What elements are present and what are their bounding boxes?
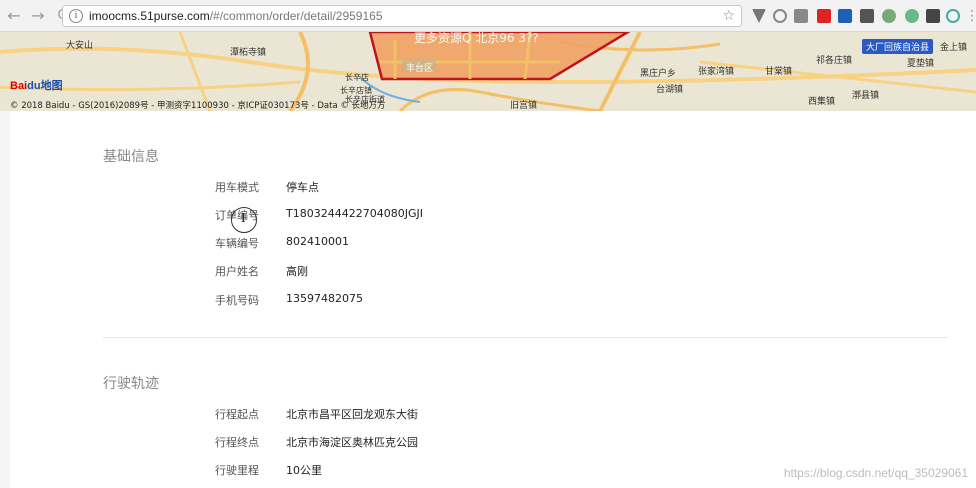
map-copyright: © 2018 Baidu - GS(2016)2089号 - 甲测资字11009…	[10, 101, 386, 111]
map-label: 潭柘寺镇	[230, 48, 267, 58]
browser-toolbar: ← → C i imoocms.51purse.com/#/common/ord…	[0, 0, 976, 32]
field-label: 车辆编号	[215, 237, 259, 250]
extension-s-icon[interactable]	[838, 9, 852, 23]
extension-circle-icon[interactable]	[773, 9, 787, 23]
map-label: 旧宫镇	[510, 101, 538, 111]
map-label: 黑庄户乡	[640, 69, 677, 79]
field-label: 手机号码	[215, 294, 259, 307]
map-label: 长辛店	[345, 73, 369, 82]
menu-icon[interactable]: ⋮	[962, 6, 976, 26]
map-overlay-text: 更多资源Q 北京96 3??	[414, 32, 539, 45]
bookmark-star-icon[interactable]: ☆	[722, 8, 735, 24]
url-path: /#/common/order/detail/2959165	[209, 9, 383, 23]
extension-react-icon[interactable]	[946, 9, 960, 23]
map-label: 金上镇	[940, 43, 968, 53]
extension-v-icon[interactable]	[752, 9, 766, 23]
map-label: 丰台区	[406, 64, 434, 74]
extension-fe-icon[interactable]	[817, 9, 831, 23]
field-label: 用车模式	[215, 181, 259, 194]
extension-leaf-icon[interactable]	[882, 9, 896, 23]
extension-cup-icon[interactable]	[794, 9, 808, 23]
extension-seo-icon[interactable]	[926, 9, 940, 23]
baidu-logo-blue: du地图	[27, 80, 63, 92]
field-label: 行程起点	[215, 408, 259, 421]
field-value: T1803244422704080JGJI	[286, 207, 423, 220]
map-label: 甘棠镇	[765, 67, 793, 77]
extension-gray-icon[interactable]	[860, 9, 874, 23]
map-view[interactable]: 更多资源Q 北京96 3?? 大安山 潭柘寺镇 丰台区 长辛店 长辛店镇 长辛店…	[0, 32, 976, 111]
order-detail-panel: 基础信息 用车模式 停车点 订单编号 T1803244422704080JGJI…	[10, 111, 976, 488]
baidu-logo-red: Bai	[10, 80, 28, 92]
map-label: 祁各庄镇	[816, 56, 853, 66]
field-label: 用户姓名	[215, 265, 259, 278]
field-value: 北京市海淀区奥林匹克公园	[286, 436, 418, 449]
info-icon[interactable]: i	[69, 9, 83, 23]
section-divider	[103, 337, 948, 338]
map-label: 大安山	[66, 41, 94, 51]
csdn-watermark: https://blog.csdn.net/qq_35029061	[783, 466, 968, 480]
field-value: 停车点	[286, 181, 319, 194]
section-title-trip: 行驶轨迹	[103, 376, 159, 392]
field-value: 北京市昌平区回龙观东大街	[286, 408, 418, 421]
map-label: 张家湾镇	[698, 67, 735, 77]
extension-face-icon[interactable]	[905, 9, 919, 23]
map-label: 台湖镇	[656, 85, 684, 95]
forward-icon[interactable]: →	[28, 6, 48, 26]
url-host: imoocms.51purse.com	[89, 9, 210, 23]
back-icon[interactable]: ←	[4, 6, 24, 26]
address-bar[interactable]: i imoocms.51purse.com/#/common/order/det…	[62, 5, 742, 27]
field-label: 行驶里程	[215, 464, 259, 477]
field-value: 高刚	[286, 265, 308, 278]
field-value: 13597482075	[286, 292, 363, 305]
field-value: 802410001	[286, 235, 349, 248]
baidu-map-logo: Baidu地图	[10, 77, 63, 93]
url-text[interactable]: imoocms.51purse.com/#/common/order/detai…	[89, 9, 383, 23]
county-badge: 大厂回族自治县	[862, 39, 934, 54]
map-label: 漷县镇	[852, 91, 880, 101]
section-title-basic: 基础信息	[103, 149, 159, 165]
map-label: 夏垫镇	[907, 59, 935, 69]
field-label: 行程终点	[215, 436, 259, 449]
map-label: 西集镇	[808, 97, 836, 107]
text-cursor-icon: I	[241, 211, 246, 225]
field-value: 10公里	[286, 464, 322, 477]
